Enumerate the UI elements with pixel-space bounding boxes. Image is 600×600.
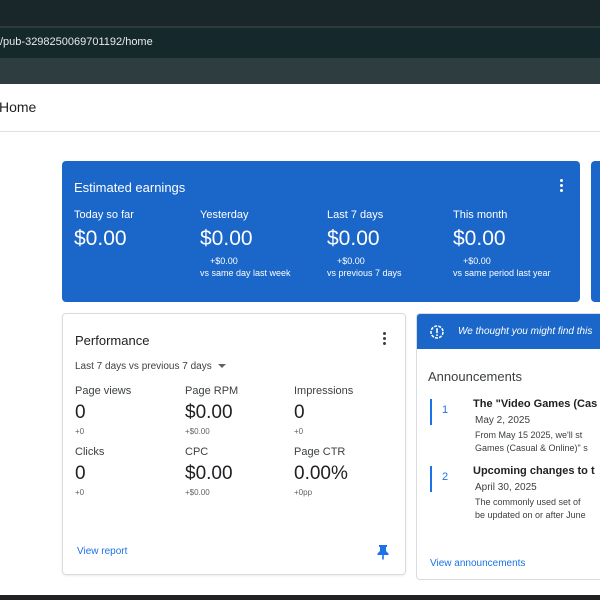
metric-today: Today so far $0.00 — [74, 209, 199, 251]
url-text[interactable]: /pub-3298250069701192/home — [0, 36, 153, 48]
stat-page-ctr: Page CTR 0.00% +0pp — [294, 446, 399, 497]
stat-label: Clicks — [75, 446, 105, 458]
view-announcements-link[interactable]: View announcements — [430, 558, 525, 569]
stat-value: $0.00 — [185, 463, 233, 484]
stat-change: +0 — [75, 427, 85, 436]
estimated-earnings-card: Estimated earnings Today so far $0.00 Ye… — [62, 161, 580, 302]
date-range-dropdown[interactable]: Last 7 days vs previous 7 days — [75, 361, 226, 372]
earnings-title: Estimated earnings — [74, 180, 186, 195]
bookmarks-bar — [0, 58, 600, 84]
metric-comparison: vs previous 7 days — [327, 268, 402, 278]
metric-delta: +$0.00 — [337, 256, 365, 266]
next-card-peek[interactable] — [591, 161, 600, 302]
browser-tab-strip — [0, 0, 600, 28]
suggestion-banner[interactable]: We thought you might find this — [417, 314, 600, 349]
date-range-label: Last 7 days vs previous 7 days — [75, 361, 212, 372]
metric-delta: +$0.00 — [463, 256, 491, 266]
metric-value: $0.00 — [453, 227, 506, 250]
metric-delta: +$0.00 — [210, 256, 238, 266]
metric-label: This month — [453, 209, 508, 221]
stat-label: CPC — [185, 446, 209, 458]
stat-label: Impressions — [294, 385, 354, 397]
taskbar-edge — [0, 595, 600, 600]
announcement-date: May 2, 2025 — [475, 415, 531, 426]
stat-change: +0 — [75, 488, 85, 497]
earnings-more-options-icon[interactable] — [556, 179, 566, 195]
announcements-card: We thought you might find this Announcem… — [416, 313, 600, 580]
metric-value: $0.00 — [327, 227, 380, 250]
page-title: Home — [0, 99, 37, 115]
stat-change: +0 — [294, 427, 304, 436]
metric-comparison: vs same period last year — [453, 268, 551, 278]
metric-value: $0.00 — [200, 227, 253, 250]
stat-value: 0 — [294, 402, 305, 423]
stat-value: 0 — [75, 463, 86, 484]
announcement-accent-bar — [430, 399, 432, 425]
stat-change: +$0.00 — [185, 427, 210, 436]
banner-text: We thought you might find this — [458, 326, 593, 337]
chevron-down-icon — [217, 364, 226, 369]
stat-value: 0.00% — [294, 463, 348, 484]
announcement-description: The commonly used set of be updated on or… — [475, 497, 586, 520]
announcement-number: 1 — [442, 404, 449, 416]
tab-bar — [0, 0, 600, 28]
announcements-heading: Announcements — [428, 369, 522, 384]
metric-label: Last 7 days — [327, 209, 384, 221]
view-report-link[interactable]: View report — [77, 546, 127, 557]
pin-icon[interactable] — [376, 544, 390, 560]
performance-card: Performance Last 7 days vs previous 7 da… — [62, 313, 406, 575]
stat-page-views: Page views 0 +0 — [75, 385, 180, 436]
stat-impressions: Impressions 0 +0 — [294, 385, 399, 436]
announcement-title[interactable]: Upcoming changes to t — [473, 465, 595, 477]
stat-cpc: CPC $0.00 +$0.00 — [185, 446, 290, 497]
announcement-accent-bar — [430, 466, 432, 492]
announcement-date: April 30, 2025 — [475, 482, 537, 493]
metric-this-month: This month $0.00 +$0.00 vs same period l… — [453, 209, 578, 278]
announcement-number: 2 — [442, 471, 449, 483]
stat-page-rpm: Page RPM $0.00 +$0.00 — [185, 385, 290, 436]
metric-yesterday: Yesterday $0.00 +$0.00 vs same day last … — [200, 209, 325, 278]
stat-value: $0.00 — [185, 402, 233, 423]
performance-title: Performance — [75, 333, 150, 348]
address-bar[interactable]: /pub-3298250069701192/home — [0, 28, 600, 58]
metric-label: Yesterday — [200, 209, 249, 221]
stat-value: 0 — [75, 402, 86, 423]
announcement-description: From May 15 2025, we'll st Games (Casual … — [475, 430, 588, 453]
app-header: Home — [0, 84, 600, 132]
stat-label: Page CTR — [294, 446, 346, 458]
metric-comparison: vs same day last week — [200, 268, 291, 278]
stat-label: Page RPM — [185, 385, 239, 397]
stat-label: Page views — [75, 385, 132, 397]
metric-last-7-days: Last 7 days $0.00 +$0.00 vs previous 7 d… — [327, 209, 452, 278]
announcement-title[interactable]: The "Video Games (Cas — [473, 398, 597, 410]
info-alert-icon — [429, 324, 445, 340]
metric-value: $0.00 — [74, 227, 127, 250]
stat-change: +0pp — [294, 488, 313, 497]
stat-clicks: Clicks 0 +0 — [75, 446, 180, 497]
performance-more-options-icon[interactable] — [379, 332, 389, 348]
stat-change: +$0.00 — [185, 488, 210, 497]
metric-label: Today so far — [74, 209, 134, 221]
